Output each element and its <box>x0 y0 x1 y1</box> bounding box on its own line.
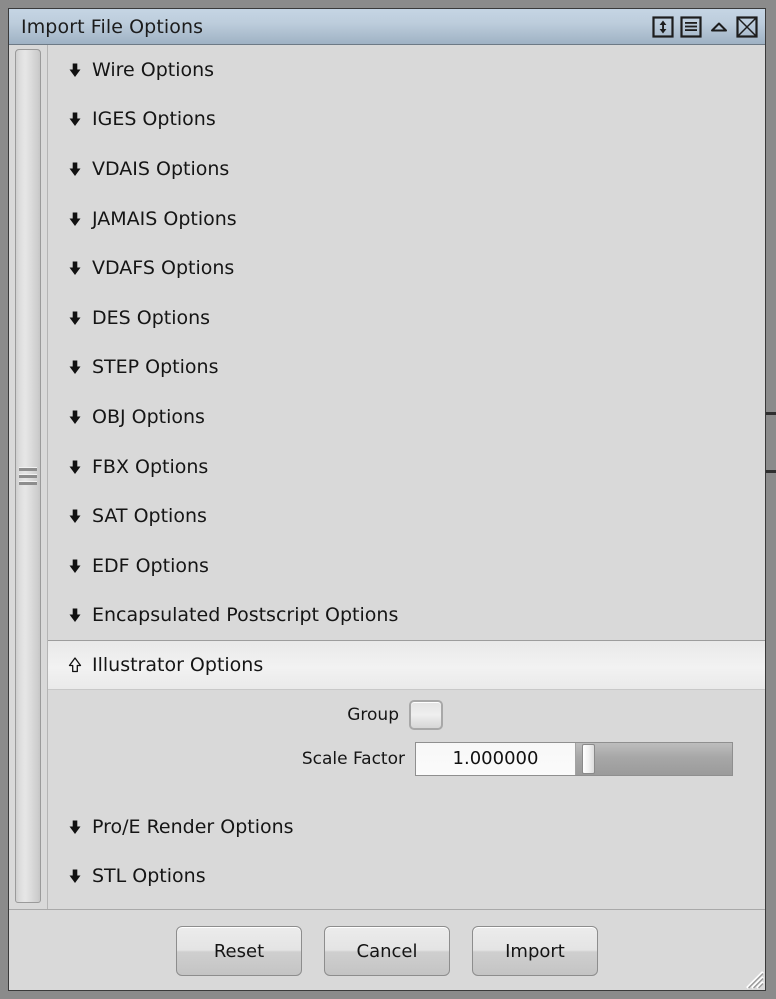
section-header-step-options[interactable]: STEP Options <box>48 343 765 393</box>
section-label: EDF Options <box>92 554 209 577</box>
splitter-grip-icon[interactable] <box>19 467 37 485</box>
group-label: Group <box>347 704 399 725</box>
section-label: STL Options <box>92 865 206 888</box>
section-header-iges-options[interactable]: IGES Options <box>48 95 765 145</box>
section-header-des-options[interactable]: DES Options <box>48 293 765 343</box>
scale-factor-label: Scale Factor <box>301 748 405 769</box>
chevron-down-icon <box>58 159 92 179</box>
panel-splitter[interactable] <box>9 45 47 909</box>
section-header-jamais-options[interactable]: JAMAIS Options <box>48 194 765 244</box>
chevron-down-icon <box>58 209 92 229</box>
section-header-obj-options[interactable]: OBJ Options <box>48 392 765 442</box>
dialog-body: Wire Options IGES Options VDAIS Options <box>9 45 765 909</box>
section-header-sat-options[interactable]: SAT Options <box>48 491 765 541</box>
section-header-illustrator-options[interactable]: Illustrator Options <box>48 640 765 690</box>
section-label: IGES Options <box>92 108 216 131</box>
splitter-bar[interactable] <box>15 49 41 903</box>
resize-vertical-icon[interactable] <box>651 15 675 39</box>
section-label: OBJ Options <box>92 405 205 428</box>
scale-factor-slider-handle[interactable] <box>582 743 595 774</box>
section-label: SAT Options <box>92 505 207 528</box>
import-button[interactable]: Import <box>472 926 598 976</box>
import-file-options-window: Import File Options Wire Options IGES Op… <box>0 0 776 999</box>
section-label: Wire Options <box>92 58 215 81</box>
chevron-down-icon <box>58 109 92 129</box>
chevron-down-icon <box>58 556 92 576</box>
section-header-fbx-options[interactable]: FBX Options <box>48 442 765 492</box>
section-label: JAMAIS Options <box>92 207 237 230</box>
window-inner: Import File Options Wire Options IGES Op… <box>8 8 766 991</box>
cancel-button[interactable]: Cancel <box>324 926 450 976</box>
options-list: Wire Options IGES Options VDAIS Options <box>47 45 765 909</box>
section-label: VDAIS Options <box>92 157 230 180</box>
scale-factor-slider[interactable] <box>576 742 732 775</box>
section-header-stl-options[interactable]: STL Options <box>48 851 765 901</box>
reset-button[interactable]: Reset <box>176 926 302 976</box>
chevron-down-icon <box>58 506 92 526</box>
collapse-icon[interactable] <box>707 15 731 39</box>
section-header-vdafs-options[interactable]: VDAFS Options <box>48 243 765 293</box>
section-label: Pro/E Render Options <box>92 815 294 838</box>
window-title: Import File Options <box>21 15 204 38</box>
section-header-vdais-options[interactable]: VDAIS Options <box>48 144 765 194</box>
chevron-down-icon <box>58 407 92 427</box>
window-edge-notch <box>766 412 776 415</box>
section-label: DES Options <box>92 306 211 329</box>
title-bar[interactable]: Import File Options <box>9 9 765 45</box>
resize-grip-icon[interactable] <box>738 963 764 989</box>
chevron-down-icon <box>58 457 92 477</box>
section-label: STEP Options <box>92 356 219 379</box>
group-field-row: Group <box>48 699 733 730</box>
section-label: VDAFS Options <box>92 257 235 280</box>
scale-factor-input[interactable]: 1.000000 <box>416 742 576 775</box>
section-header-wire-options[interactable]: Wire Options <box>48 45 765 95</box>
chevron-down-icon <box>58 817 92 837</box>
chevron-down-icon <box>58 605 92 625</box>
chevron-down-icon <box>58 866 92 886</box>
title-bar-controls <box>651 15 759 39</box>
scale-factor-control[interactable]: 1.000000 <box>415 741 733 776</box>
list-bottom-padding <box>48 901 765 909</box>
chevron-up-icon <box>58 655 92 675</box>
chevron-down-icon <box>58 308 92 328</box>
scale-factor-field-row: Scale Factor 1.000000 <box>48 741 733 776</box>
window-edge-notch <box>766 470 776 473</box>
section-label: Illustrator Options <box>92 653 264 676</box>
section-label: Encapsulated Postscript Options <box>92 604 399 627</box>
illustrator-options-content: Group Scale Factor 1.000000 <box>48 689 765 802</box>
section-label: FBX Options <box>92 455 209 478</box>
chevron-down-icon <box>58 258 92 278</box>
dialog-footer: Reset Cancel Import <box>9 909 765 990</box>
chevron-down-icon <box>58 60 92 80</box>
chevron-down-icon <box>58 357 92 377</box>
menu-icon[interactable] <box>679 15 703 39</box>
close-icon[interactable] <box>735 15 759 39</box>
group-checkbox[interactable] <box>409 699 443 730</box>
section-header-pro-e-render-options[interactable]: Pro/E Render Options <box>48 802 765 852</box>
section-header-edf-options[interactable]: EDF Options <box>48 541 765 591</box>
section-header-encapsulated-postscript-options[interactable]: Encapsulated Postscript Options <box>48 591 765 641</box>
